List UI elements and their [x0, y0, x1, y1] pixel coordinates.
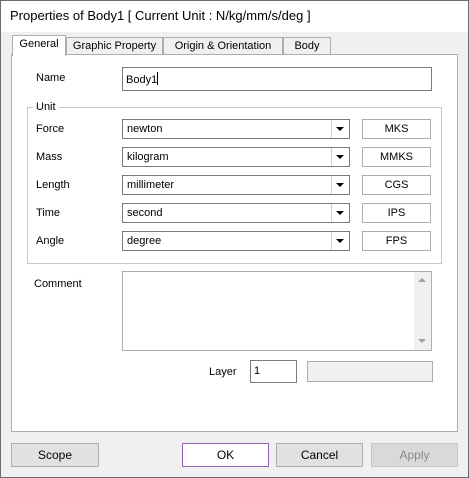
tab-general[interactable]: General	[12, 35, 66, 56]
mass-dropdown-button[interactable]	[331, 148, 349, 166]
length-unit-value: millimeter	[127, 179, 175, 191]
apply-button[interactable]: Apply	[371, 443, 458, 467]
unit-group-title: Unit	[33, 101, 59, 113]
chevron-down-icon	[336, 239, 344, 243]
force-dropdown-button[interactable]	[331, 120, 349, 138]
cgs-button[interactable]: CGS	[362, 175, 431, 195]
layer-value: 1	[254, 365, 261, 377]
fps-button[interactable]: FPS	[362, 231, 431, 251]
chevron-down-icon	[336, 127, 344, 131]
tab-graphic-property[interactable]: Graphic Property	[66, 37, 163, 55]
length-unit-dropdown[interactable]: millimeter	[122, 175, 350, 195]
scroll-down-button[interactable]	[414, 333, 431, 350]
length-dropdown-button[interactable]	[331, 176, 349, 194]
tab-origin-orientation[interactable]: Origin & Orientation	[163, 37, 283, 55]
angle-dropdown-button[interactable]	[331, 232, 349, 250]
text-caret	[157, 72, 159, 85]
tab-body[interactable]: Body	[283, 37, 331, 55]
force-unit-dropdown[interactable]: newton	[122, 119, 350, 139]
ips-button[interactable]: IPS	[362, 203, 431, 223]
ok-button[interactable]: OK	[182, 443, 269, 467]
arrow-up-icon	[418, 278, 426, 282]
comment-label: Comment	[34, 278, 82, 290]
layer-label: Layer	[209, 366, 237, 378]
arrow-down-icon	[418, 339, 426, 343]
layer-input[interactable]: 1	[250, 360, 297, 383]
mass-label: Mass	[36, 151, 63, 163]
chevron-down-icon	[336, 211, 344, 215]
time-label: Time	[36, 207, 61, 219]
scroll-up-button[interactable]	[414, 272, 431, 289]
angle-unit-value: degree	[127, 235, 162, 247]
comment-textarea[interactable]	[122, 271, 432, 351]
force-label: Force	[36, 123, 65, 135]
length-label: Length	[36, 179, 70, 191]
mks-button[interactable]: MKS	[362, 119, 431, 139]
mass-unit-value: kilogram	[127, 151, 169, 163]
mmks-button[interactable]: MMKS	[362, 147, 431, 167]
name-label: Name	[36, 72, 66, 84]
scope-button[interactable]: Scope	[11, 443, 99, 467]
mass-unit-dropdown[interactable]: kilogram	[122, 147, 350, 167]
chevron-down-icon	[336, 155, 344, 159]
time-unit-value: second	[127, 207, 163, 219]
cancel-button[interactable]: Cancel	[276, 443, 363, 467]
time-dropdown-button[interactable]	[331, 204, 349, 222]
dialog-title: Properties of Body1 [ Current Unit : N/k…	[10, 8, 311, 23]
angle-label: Angle	[36, 235, 65, 247]
time-unit-dropdown[interactable]: second	[122, 203, 350, 223]
name-input[interactable]: Body1	[122, 67, 432, 91]
comment-scrollbar[interactable]	[414, 272, 431, 350]
force-unit-value: newton	[127, 123, 163, 135]
angle-unit-dropdown[interactable]: degree	[122, 231, 350, 251]
name-input-value: Body1	[126, 74, 158, 86]
chevron-down-icon	[336, 183, 344, 187]
layer-name-field	[307, 361, 433, 382]
